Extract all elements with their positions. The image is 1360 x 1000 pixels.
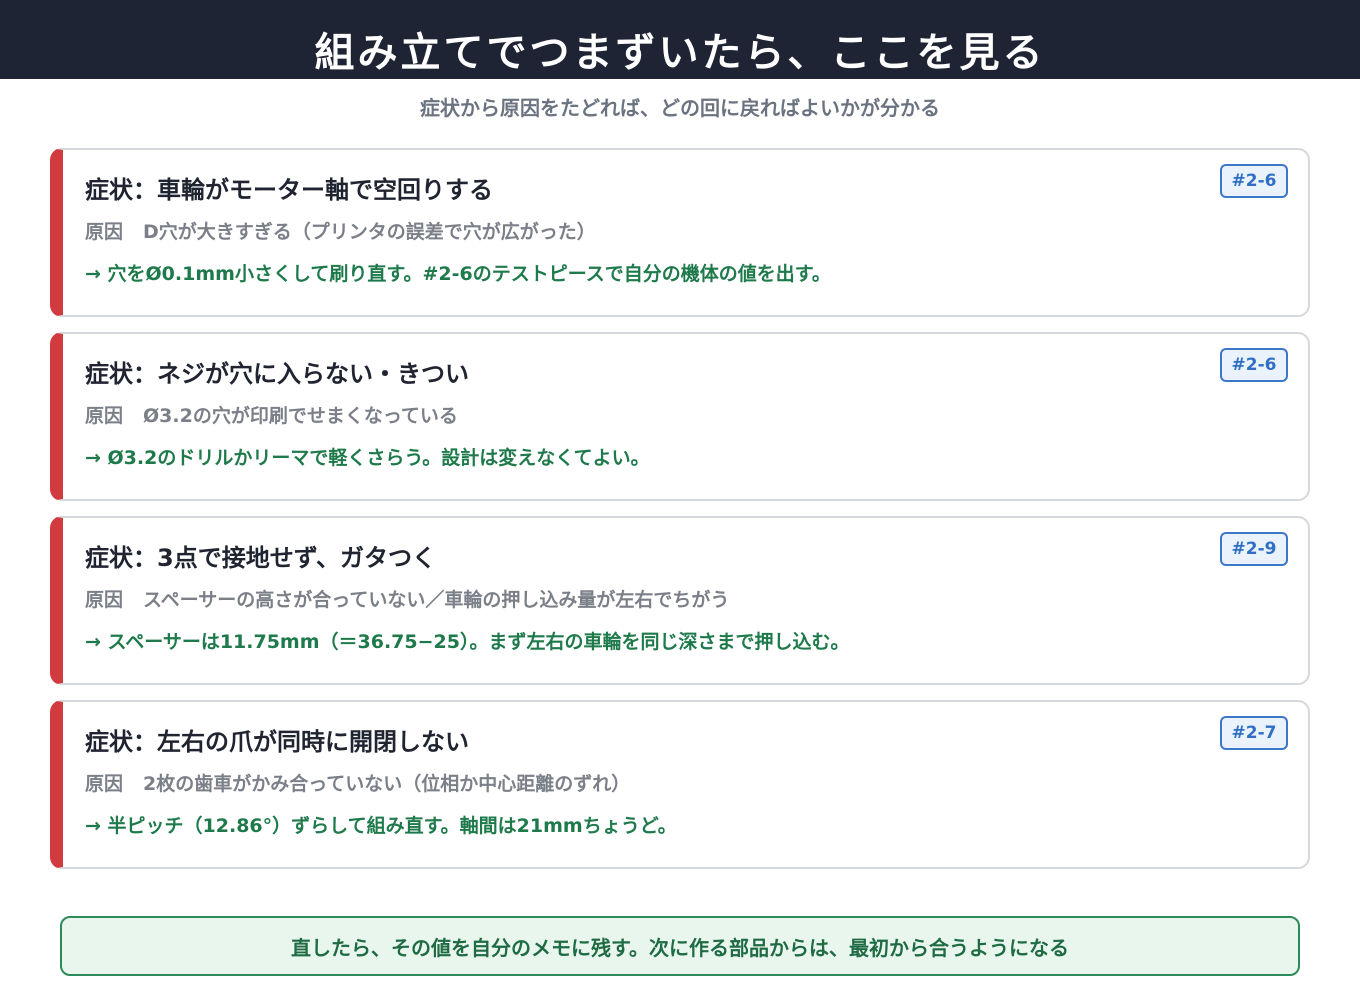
page-title: 組み立てでつまずいたら、ここを見る	[314, 29, 1046, 76]
fix-text: → Ø3.2のドリルかリーマで軽くさらう。設計は変えなくてよい。	[85, 447, 650, 469]
cause-label: 原因	[85, 589, 124, 611]
footer-note: 直したら、その値を自分のメモに残す。次に作る部品からは、最初から合うようになる	[60, 916, 1300, 976]
troubleshooting-list: 症状：車輪がモーター軸で空回りする 原因 D穴が大きすぎる（プリンタの誤差で穴が広…	[50, 148, 1310, 884]
cause-text: スペーサーの高さが合っていない／車輪の押し込み量が左右でちがう	[143, 589, 730, 611]
symptom-heading: 症状：左右の爪が同時に開閉しない	[85, 728, 469, 756]
troubleshooting-card: 症状：左右の爪が同時に開閉しない 原因 2枚の歯車がかみ合っていない（位相か中心距…	[50, 700, 1310, 869]
fix-text: → スペーサーは11.75mm（＝36.75−25）。まず左右の車輪を同じ深さま…	[85, 631, 850, 653]
cause-label: 原因	[85, 773, 124, 795]
troubleshooting-card: 症状：ネジが穴に入らない・きつい 原因 Ø3.2の穴が印刷でせまくなっている → …	[50, 332, 1310, 501]
episode-badge[interactable]: #2-6	[1220, 348, 1288, 382]
troubleshooting-card: 症状：車輪がモーター軸で空回りする 原因 D穴が大きすぎる（プリンタの誤差で穴が広…	[50, 148, 1310, 317]
symptom-heading: 症状：ネジが穴に入らない・きつい	[85, 360, 469, 388]
fix-text: → 半ピッチ（12.86°）ずらして組み直す。軸間は21mmちょうど。	[85, 815, 677, 837]
cause-line: 原因 スペーサーの高さが合っていない／車輪の押し込み量が左右でちがう	[85, 585, 729, 612]
cause-text: Ø3.2の穴が印刷でせまくなっている	[143, 405, 458, 427]
cause-line: 原因 D穴が大きすぎる（プリンタの誤差で穴が広がった）	[85, 217, 596, 244]
cause-label: 原因	[85, 405, 124, 427]
page-header: 組み立てでつまずいたら、ここを見る	[0, 0, 1360, 79]
symptom-heading: 症状：3点で接地せず、ガタつく	[85, 544, 437, 572]
episode-badge[interactable]: #2-9	[1220, 532, 1288, 566]
cause-text: 2枚の歯車がかみ合っていない（位相か中心距離のずれ）	[143, 773, 631, 795]
cause-line: 原因 2枚の歯車がかみ合っていない（位相か中心距離のずれ）	[85, 769, 630, 796]
episode-badge[interactable]: #2-6	[1220, 164, 1288, 198]
page-subtitle: 症状から原因をたどれば、どの回に戻ればよいかが分かる	[420, 96, 940, 120]
troubleshooting-card: 症状：3点で接地せず、ガタつく 原因 スペーサーの高さが合っていない／車輪の押し込…	[50, 516, 1310, 685]
fix-text: → 穴をØ0.1mm小さくして刷り直す。#2-6のテストピースで自分の機体の値を…	[85, 263, 831, 285]
cause-text: D穴が大きすぎる（プリンタの誤差で穴が広がった）	[143, 221, 596, 243]
cause-line: 原因 Ø3.2の穴が印刷でせまくなっている	[85, 401, 458, 428]
cause-label: 原因	[85, 221, 124, 243]
episode-badge[interactable]: #2-7	[1220, 716, 1288, 750]
symptom-heading: 症状：車輪がモーター軸で空回りする	[85, 176, 493, 204]
